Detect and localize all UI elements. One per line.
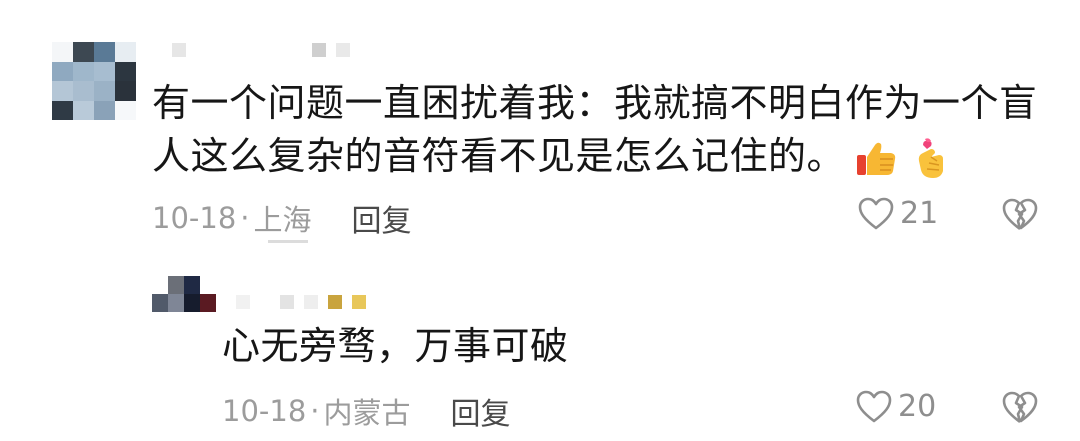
reply-button[interactable]: 回复 <box>352 196 412 240</box>
reply-text: 心无旁骛，万事可破 <box>222 324 569 368</box>
comment-text: 有一个问题一直困扰着我：我就搞不明白作为一个盲 人这么复杂的音符看不见是怎么记住… <box>152 77 1052 183</box>
reply-username[interactable] <box>236 294 366 310</box>
reply-button[interactable]: 回复 <box>451 389 511 433</box>
comment-text-line-2: 人这么复杂的音符看不见是怎么记住的。 <box>152 134 846 178</box>
like-count: 20 <box>898 389 937 424</box>
heart-icon <box>856 390 892 422</box>
finger-heart-icon <box>918 137 944 178</box>
like-button[interactable]: 21 <box>858 196 938 231</box>
broken-heart-icon[interactable] <box>1002 391 1038 425</box>
reply-avatar[interactable] <box>152 276 216 312</box>
comment-text-line: 有一个问题一直困扰着我：我就搞不明白作为一个盲 <box>152 81 1038 125</box>
reply-meta: 10-18 · 内蒙古 回复 <box>222 389 511 433</box>
meta-separator: · <box>240 201 250 235</box>
heart-icon <box>858 197 894 229</box>
comment-location: 上海 <box>253 203 312 237</box>
divider <box>268 240 308 243</box>
like-count: 21 <box>900 196 939 231</box>
comment-text-line: 人这么复杂的音符看不见是怎么记住的。 <box>152 130 1052 183</box>
username[interactable] <box>172 42 350 58</box>
comment-meta: 10-18 · 上海 回复 <box>152 196 412 240</box>
like-button[interactable]: 20 <box>856 389 936 424</box>
comment-date: 10-18 <box>152 201 237 235</box>
reply-date: 10-18 <box>222 394 307 428</box>
reply-location: 内蒙古 <box>323 396 411 430</box>
broken-heart-icon[interactable] <box>1002 198 1038 232</box>
avatar[interactable] <box>52 42 136 120</box>
thumbs-up-icon <box>857 142 896 175</box>
meta-separator: · <box>310 394 320 428</box>
